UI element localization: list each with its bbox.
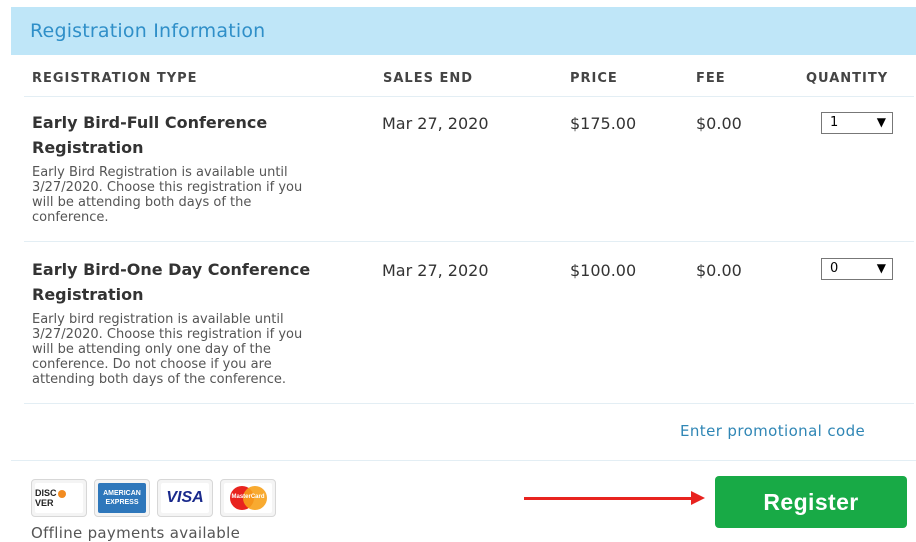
quantity-selected-value: 1 <box>830 115 839 130</box>
amex-card-icon: AMERICAN EXPRESS <box>94 479 150 517</box>
quantity-selected-value: 0 <box>830 261 839 276</box>
column-header-fee: FEE <box>696 71 726 86</box>
top-strip <box>0 0 916 7</box>
row-title: Early Bird-Full Conference Registration <box>32 110 362 160</box>
column-header-price: PRICE <box>570 71 618 86</box>
dropdown-arrow-icon: ▼ <box>876 261 886 275</box>
price-value: $100.00 <box>570 261 637 280</box>
annotation-arrow-head-icon <box>691 491 705 505</box>
card-label: AMERICAN <box>103 490 141 497</box>
card-label: VISA <box>166 489 204 506</box>
row-divider <box>24 403 914 404</box>
dropdown-arrow-icon: ▼ <box>876 115 886 129</box>
column-header-sales-end: SALES END <box>383 71 474 86</box>
header-divider <box>24 96 914 97</box>
annotation-arrow-line <box>524 497 694 500</box>
visa-card-icon: VISA <box>157 479 213 517</box>
card-label: DISC <box>35 488 57 498</box>
fee-value: $0.00 <box>696 114 742 133</box>
row-title: Early Bird-One Day Conference Registrati… <box>32 257 362 307</box>
row-divider <box>24 241 914 242</box>
row-title-line: Early Bird-Full Conference <box>32 113 268 132</box>
card-label: MasterCard <box>231 494 265 500</box>
quantity-select[interactable]: 1 ▼ <box>821 112 893 134</box>
row-description: Early Bird Registration is available unt… <box>32 165 303 225</box>
column-header-registration-type: REGISTRATION TYPE <box>32 71 198 86</box>
promo-code-link[interactable]: Enter promotional code <box>680 422 865 440</box>
sales-end-value: Mar 27, 2020 <box>382 261 489 280</box>
row-description: Early bird registration is available unt… <box>32 312 303 387</box>
offline-payments-text: Offline payments available <box>31 524 241 542</box>
quantity-select[interactable]: 0 ▼ <box>821 258 893 280</box>
register-button[interactable]: Register <box>715 476 907 528</box>
card-label: EXPRESS <box>105 499 139 506</box>
section-header: Registration Information <box>11 7 916 55</box>
row-title-line: Early Bird-One Day Conference <box>32 260 311 279</box>
mastercard-card-icon: MasterCard <box>220 479 276 517</box>
sales-end-value: Mar 27, 2020 <box>382 114 489 133</box>
price-value: $175.00 <box>570 114 637 133</box>
footer-divider <box>11 460 916 461</box>
row-title-line: Registration <box>32 285 144 304</box>
column-header-quantity: QUANTITY <box>806 71 889 86</box>
section-title: Registration Information <box>30 20 266 42</box>
discover-card-icon: DISCVER <box>31 479 87 517</box>
fee-value: $0.00 <box>696 261 742 280</box>
row-title-line: Registration <box>32 138 144 157</box>
card-label: VER <box>35 498 54 508</box>
